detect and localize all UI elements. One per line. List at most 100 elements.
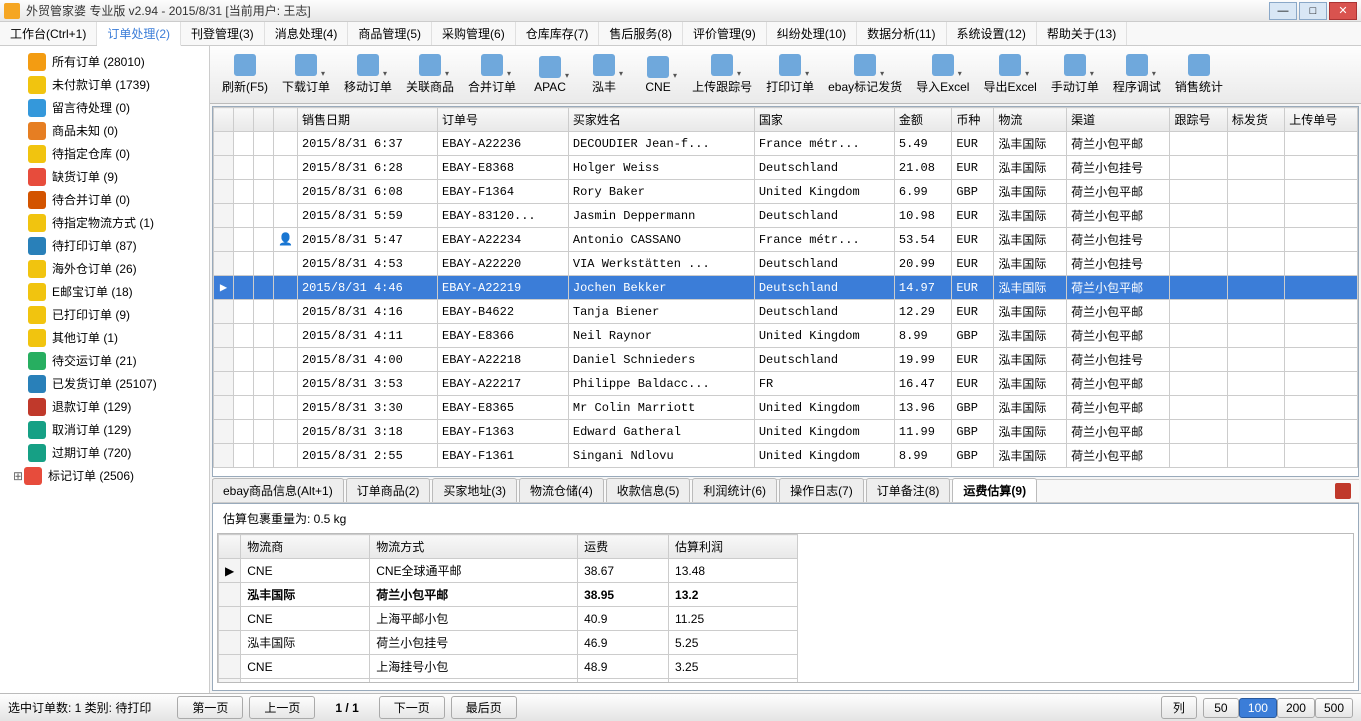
minimize-button[interactable]: — — [1269, 2, 1297, 20]
col-header[interactable]: 渠道 — [1067, 108, 1170, 132]
sidebar-item-11[interactable]: 已打印订单 (9) — [0, 303, 209, 326]
order-row[interactable]: 2015/8/31 3:53EBAY-A22217Philippe Baldac… — [214, 372, 1358, 396]
menu-9[interactable]: 纠纷处理(10) — [767, 22, 857, 45]
close-button[interactable]: ✕ — [1329, 2, 1357, 20]
estimate-row[interactable]: CNECNE全球通挂号49.772.38 — [219, 679, 798, 684]
detail-tab-1[interactable]: 订单商品(2) — [346, 478, 431, 502]
order-row[interactable]: 👤2015/8/31 5:47EBAY-A22234Antonio CASSAN… — [214, 228, 1358, 252]
col-header[interactable] — [234, 108, 254, 132]
sidebar-item-18[interactable]: ⊞标记订单 (2506) — [0, 464, 209, 487]
menu-7[interactable]: 售后服务(8) — [599, 22, 683, 45]
detail-tab-5[interactable]: 利润统计(6) — [692, 478, 777, 502]
order-row[interactable]: 2015/8/31 3:30EBAY-E8365Mr Colin Marriot… — [214, 396, 1358, 420]
sidebar-item-14[interactable]: 已发货订单 (25107) — [0, 372, 209, 395]
toolbar-下载订单[interactable]: 下载订单 — [276, 52, 336, 97]
menu-4[interactable]: 商品管理(5) — [348, 22, 432, 45]
menu-5[interactable]: 采购管理(6) — [432, 22, 516, 45]
prev-page-button[interactable]: 上一页 — [249, 696, 315, 719]
sidebar-item-16[interactable]: 取消订单 (129) — [0, 418, 209, 441]
book-icon[interactable] — [1335, 483, 1351, 499]
order-row[interactable]: 2015/8/31 3:18EBAY-F1363Edward GatheralU… — [214, 420, 1358, 444]
detail-tab-4[interactable]: 收款信息(5) — [606, 478, 691, 502]
sidebar-item-17[interactable]: 过期订单 (720) — [0, 441, 209, 464]
order-row[interactable]: 2015/8/31 6:28EBAY-E8368Holger WeissDeut… — [214, 156, 1358, 180]
sidebar-item-2[interactable]: 留言待处理 (0) — [0, 96, 209, 119]
col-header[interactable] — [254, 108, 274, 132]
sidebar-item-15[interactable]: 退款订单 (129) — [0, 395, 209, 418]
estimate-row[interactable]: CNE上海平邮小包40.911.25 — [219, 607, 798, 631]
toolbar-关联商品[interactable]: 关联商品 — [400, 52, 460, 97]
sidebar-item-6[interactable]: 待合并订单 (0) — [0, 188, 209, 211]
menu-12[interactable]: 帮助关于(13) — [1037, 22, 1127, 45]
col-header[interactable]: 销售日期 — [297, 108, 437, 132]
detail-tab-7[interactable]: 订单备注(8) — [866, 478, 951, 502]
toolbar-APAC[interactable]: APAC — [524, 54, 576, 96]
toolbar-CNE[interactable]: CNE — [632, 54, 684, 96]
sidebar-item-9[interactable]: 海外仓订单 (26) — [0, 257, 209, 280]
col-header[interactable]: 物流 — [994, 108, 1067, 132]
col-header[interactable]: 跟踪号 — [1170, 108, 1227, 132]
first-page-button[interactable]: 第一页 — [177, 696, 243, 719]
col-header[interactable]: 买家姓名 — [568, 108, 754, 132]
sidebar-item-1[interactable]: 未付款订单 (1739) — [0, 73, 209, 96]
menu-11[interactable]: 系统设置(12) — [947, 22, 1037, 45]
toolbar-刷新(F5)[interactable]: 刷新(F5) — [216, 52, 274, 97]
sidebar-item-5[interactable]: 缺货订单 (9) — [0, 165, 209, 188]
columns-button[interactable]: 列 — [1161, 696, 1197, 719]
orders-grid[interactable]: 销售日期订单号买家姓名国家金额币种物流渠道跟踪号标发货上传单号2015/8/31… — [212, 106, 1359, 477]
next-page-button[interactable]: 下一页 — [379, 696, 445, 719]
sidebar-item-13[interactable]: 待交运订单 (21) — [0, 349, 209, 372]
col-header[interactable]: 币种 — [952, 108, 994, 132]
sidebar-item-8[interactable]: 待打印订单 (87) — [0, 234, 209, 257]
pagesize-100[interactable]: 100 — [1239, 698, 1277, 718]
order-row[interactable]: 2015/8/31 4:53EBAY-A22220VIA Werkstätten… — [214, 252, 1358, 276]
col-header[interactable]: 金额 — [894, 108, 951, 132]
pagesize-200[interactable]: 200 — [1277, 698, 1315, 718]
order-row[interactable]: 2015/8/31 5:59EBAY-83120...Jasmin Depper… — [214, 204, 1358, 228]
col-header[interactable]: 订单号 — [438, 108, 569, 132]
order-row[interactable]: ▶2015/8/31 4:46EBAY-A22219Jochen BekkerD… — [214, 276, 1358, 300]
toolbar-上传跟踪号[interactable]: 上传跟踪号 — [686, 52, 758, 97]
sidebar-item-3[interactable]: 商品未知 (0) — [0, 119, 209, 142]
sidebar-item-4[interactable]: 待指定仓库 (0) — [0, 142, 209, 165]
estimate-grid[interactable]: 物流商物流方式运费估算利润▶CNECNE全球通平邮38.6713.48泓丰国际荷… — [217, 533, 1354, 683]
toolbar-程序调试[interactable]: 程序调试 — [1107, 52, 1167, 97]
sidebar-item-7[interactable]: 待指定物流方式 (1) — [0, 211, 209, 234]
toolbar-手动订单[interactable]: 手动订单 — [1045, 52, 1105, 97]
toolbar-合并订单[interactable]: 合并订单 — [462, 52, 522, 97]
estimate-row[interactable]: CNE上海挂号小包48.93.25 — [219, 655, 798, 679]
toolbar-销售统计[interactable]: 销售统计 — [1169, 52, 1229, 97]
order-row[interactable]: 2015/8/31 4:11EBAY-E8366Neil RaynorUnite… — [214, 324, 1358, 348]
menu-0[interactable]: 工作台(Ctrl+1) — [0, 22, 97, 45]
menu-3[interactable]: 消息处理(4) — [265, 22, 349, 45]
col-header[interactable]: 国家 — [754, 108, 894, 132]
last-page-button[interactable]: 最后页 — [451, 696, 517, 719]
order-row[interactable]: 2015/8/31 2:55EBAY-F1361Singani NdlovuUn… — [214, 444, 1358, 468]
col-header[interactable]: 上传单号 — [1285, 108, 1358, 132]
menu-1[interactable]: 订单处理(2) — [97, 22, 181, 46]
order-row[interactable]: 2015/8/31 4:00EBAY-A22218Daniel Schniede… — [214, 348, 1358, 372]
detail-tab-3[interactable]: 物流仓储(4) — [519, 478, 604, 502]
col-header[interactable] — [274, 108, 298, 132]
sidebar-item-0[interactable]: 所有订单 (28010) — [0, 50, 209, 73]
col-header[interactable]: 标发货 — [1227, 108, 1284, 132]
estimate-row[interactable]: ▶CNECNE全球通平邮38.6713.48 — [219, 559, 798, 583]
order-row[interactable]: 2015/8/31 6:08EBAY-F1364Rory BakerUnited… — [214, 180, 1358, 204]
menu-2[interactable]: 刊登管理(3) — [181, 22, 265, 45]
menu-8[interactable]: 评价管理(9) — [683, 22, 767, 45]
toolbar-打印订单[interactable]: 打印订单 — [760, 52, 820, 97]
detail-tab-0[interactable]: ebay商品信息(Alt+1) — [212, 478, 344, 502]
pagesize-50[interactable]: 50 — [1203, 698, 1239, 718]
toolbar-ebay标记发货[interactable]: ebay标记发货 — [822, 52, 908, 97]
toolbar-移动订单[interactable]: 移动订单 — [338, 52, 398, 97]
col-header[interactable] — [214, 108, 234, 132]
menu-10[interactable]: 数据分析(11) — [857, 22, 946, 45]
order-row[interactable]: 2015/8/31 6:37EBAY-A22236DECOUDIER Jean-… — [214, 132, 1358, 156]
order-row[interactable]: 2015/8/31 4:16EBAY-B4622Tanja BienerDeut… — [214, 300, 1358, 324]
toolbar-泓丰[interactable]: 泓丰 — [578, 52, 630, 97]
detail-tab-8[interactable]: 运费估算(9) — [952, 478, 1037, 502]
estimate-row[interactable]: 泓丰国际荷兰小包平邮38.9513.2 — [219, 583, 798, 607]
pagesize-500[interactable]: 500 — [1315, 698, 1353, 718]
detail-tab-2[interactable]: 买家地址(3) — [432, 478, 517, 502]
estimate-row[interactable]: 泓丰国际荷兰小包挂号46.95.25 — [219, 631, 798, 655]
